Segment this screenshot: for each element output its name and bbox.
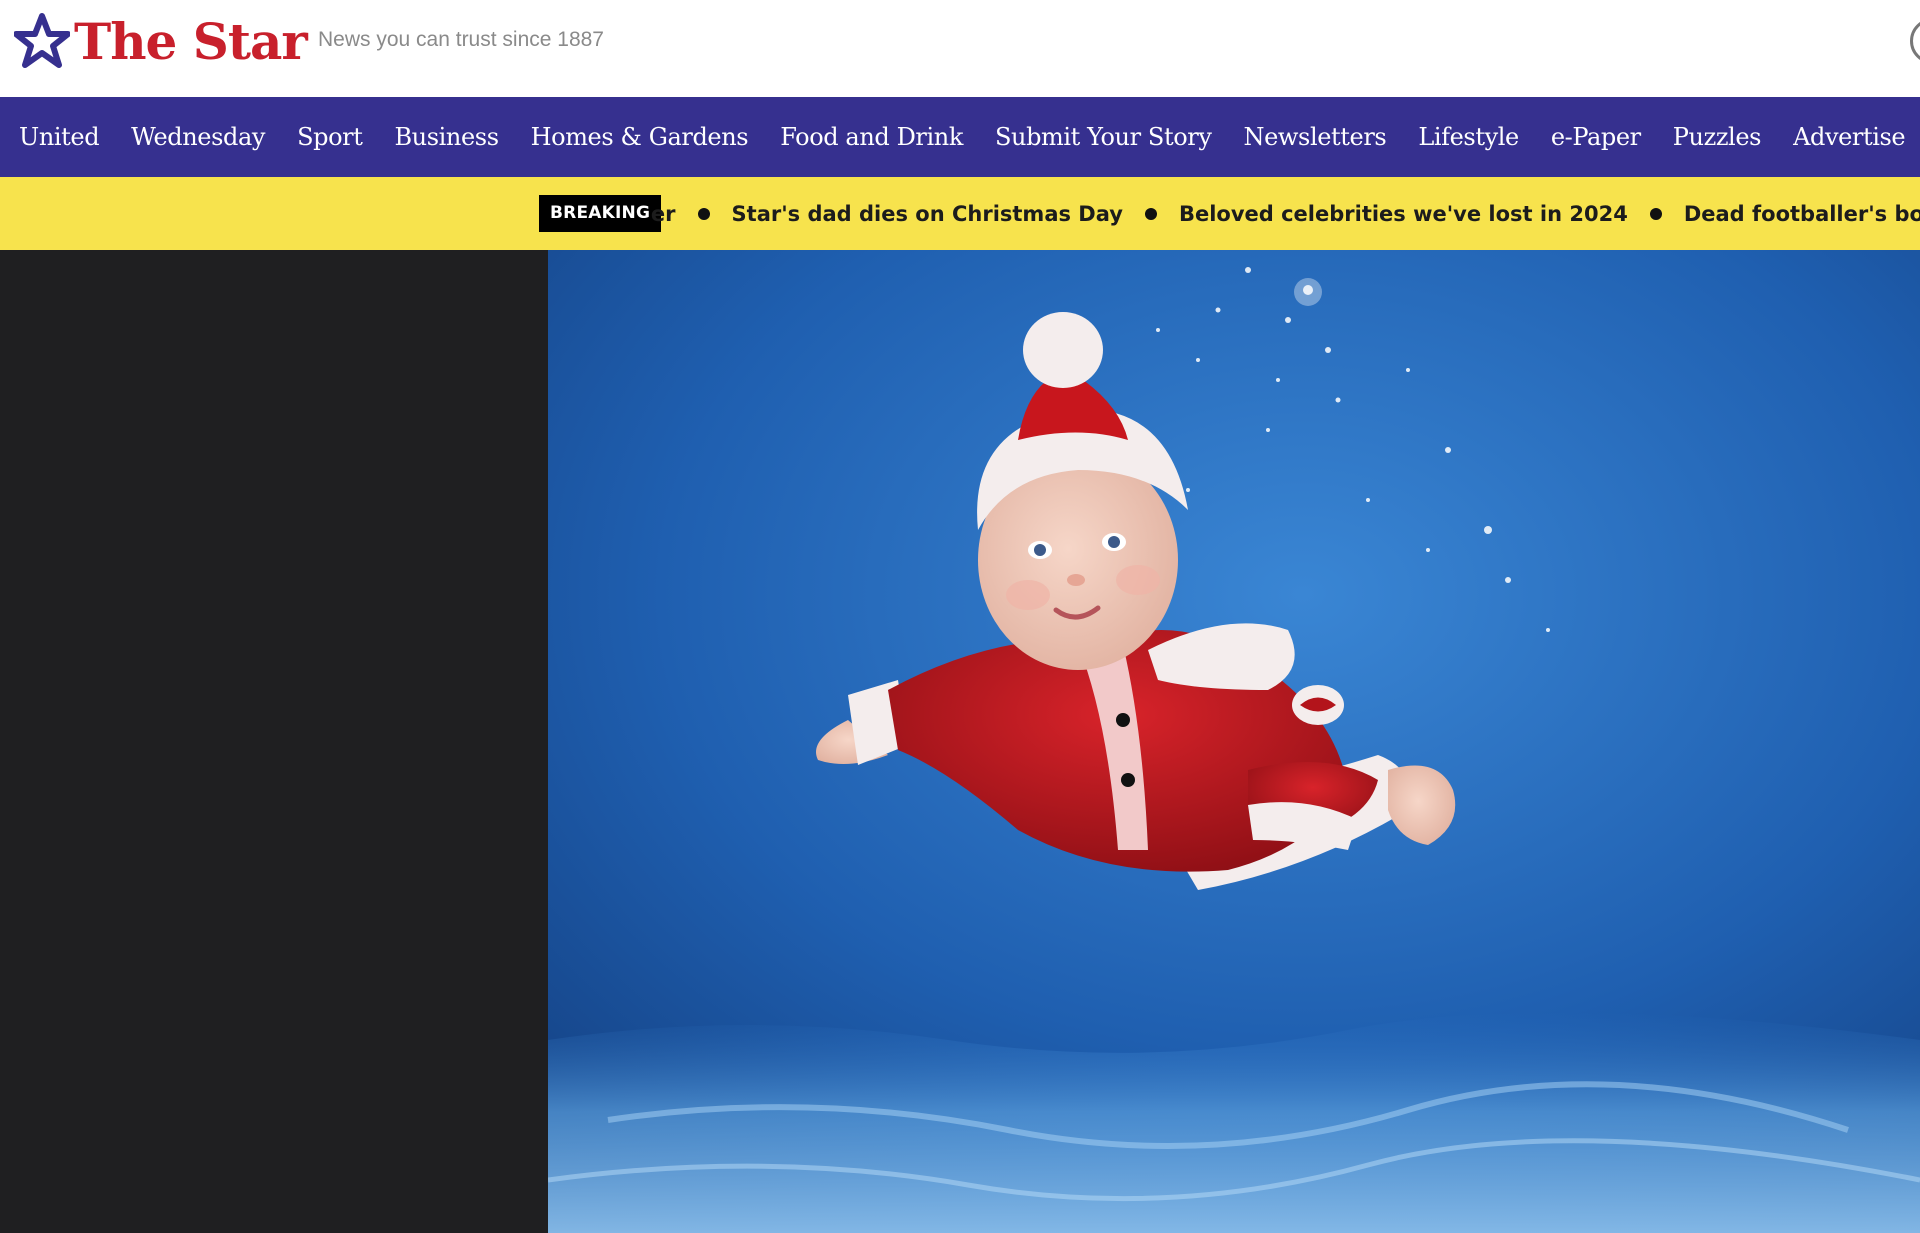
nav-item-submit-story[interactable]: Submit Your Story xyxy=(995,123,1212,151)
nav-item-food-drink[interactable]: Food and Drink xyxy=(780,123,963,151)
bullet-icon xyxy=(1649,207,1662,220)
nav-item-business[interactable]: Business xyxy=(394,123,499,151)
ticker-track: ...battling cancer Star's dad dies on Ch… xyxy=(650,177,1920,250)
nav-item-wednesday[interactable]: Wednesday xyxy=(131,123,265,151)
nav-item-homes-gardens[interactable]: Homes & Gardens xyxy=(531,123,749,151)
ticker-viewport: ...battling cancer Star's dad dies on Ch… xyxy=(650,177,1920,250)
site-header: The Star News you can trust since 1887 xyxy=(0,0,1920,97)
bullet-icon xyxy=(1144,207,1157,220)
logo-wordmark: The Star xyxy=(74,12,308,71)
ticker-link[interactable]: ...battling cancer xyxy=(650,202,676,226)
breaking-badge: BREAKING xyxy=(539,195,662,232)
site-tagline: News you can trust since 1887 xyxy=(318,28,604,51)
nav-item-epaper[interactable]: e-Paper xyxy=(1551,123,1641,151)
bullet-icon xyxy=(697,207,710,220)
dark-side-panel xyxy=(0,250,548,1233)
breaking-ticker: BREAKING ...battling cancer Star's dad d… xyxy=(0,177,1920,250)
hero-image[interactable] xyxy=(548,250,1920,1233)
main-nav: United Wednesday Sport Business Homes & … xyxy=(0,97,1920,177)
nav-item-lifestyle[interactable]: Lifestyle xyxy=(1418,123,1519,151)
nav-item-puzzles[interactable]: Puzzles xyxy=(1673,123,1762,151)
hero-photo xyxy=(548,250,1920,1233)
nav-item-newsletters[interactable]: Newsletters xyxy=(1244,123,1387,151)
star-logo-icon xyxy=(14,13,70,68)
nav-item-advertise[interactable]: Advertise xyxy=(1793,123,1906,151)
ticker-link[interactable]: Dead footballer's body 'can't be... xyxy=(1684,202,1920,226)
ticker-link[interactable]: Star's dad dies on Christmas Day xyxy=(732,202,1123,226)
nav-item-sport[interactable]: Sport xyxy=(297,123,363,151)
ticker-link[interactable]: Beloved celebrities we've lost in 2024 xyxy=(1179,202,1628,226)
account-icon[interactable] xyxy=(1910,18,1920,64)
nav-item-united[interactable]: United xyxy=(19,123,100,151)
site-logo[interactable]: The Star xyxy=(14,12,308,72)
